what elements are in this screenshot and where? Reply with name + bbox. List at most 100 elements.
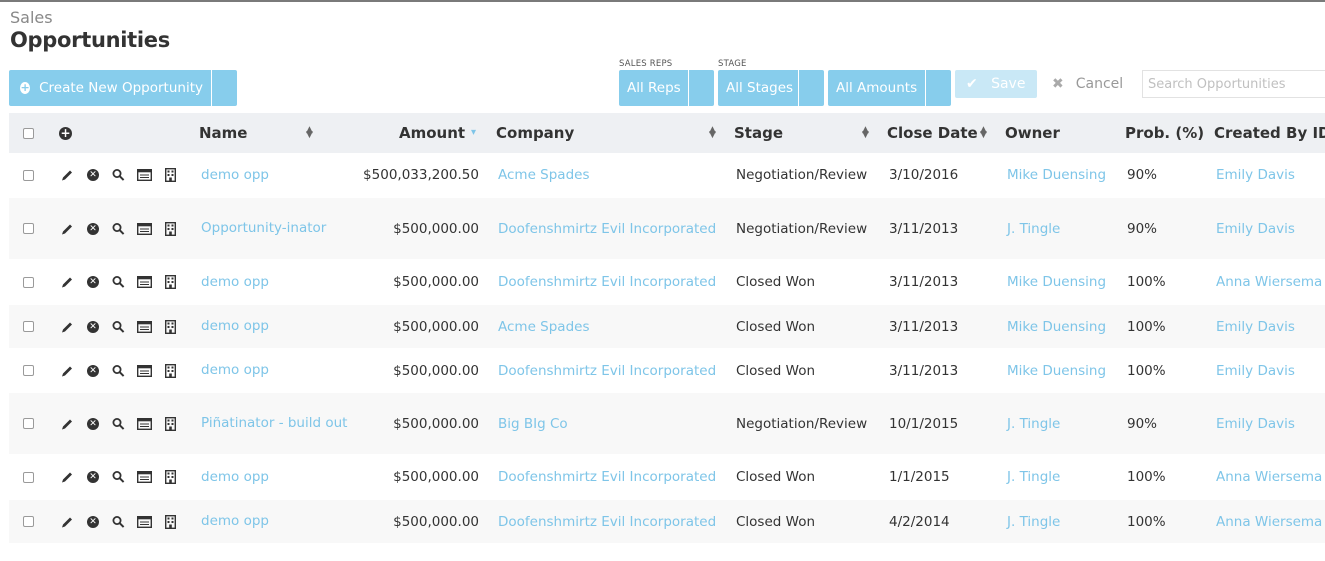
- create-opportunity-button[interactable]: + Create New Opportunity: [9, 70, 237, 106]
- column-header-owner[interactable]: Owner: [1005, 113, 1060, 153]
- created-by-link[interactable]: Anna Wiersema: [1216, 260, 1322, 304]
- list-card-icon[interactable]: [137, 364, 152, 377]
- owner-link[interactable]: J. Tingle: [1007, 393, 1060, 454]
- owner-link[interactable]: Mike Duensing: [1007, 305, 1106, 348]
- building-icon[interactable]: [165, 168, 176, 182]
- owner-link[interactable]: Mike Duensing: [1007, 260, 1106, 304]
- company-link[interactable]: Acme Spades: [498, 153, 590, 197]
- owner-link[interactable]: J. Tingle: [1007, 198, 1060, 259]
- delete-icon[interactable]: ✕: [87, 320, 99, 333]
- list-card-icon[interactable]: [137, 169, 152, 181]
- pencil-icon[interactable]: [61, 169, 74, 182]
- owner-link[interactable]: J. Tingle: [1007, 455, 1060, 499]
- search-icon[interactable]: [112, 417, 125, 430]
- created-by-link[interactable]: Emily Davis: [1216, 393, 1295, 454]
- list-card-icon[interactable]: [137, 320, 152, 333]
- delete-icon[interactable]: ✕: [87, 222, 99, 235]
- owner-link[interactable]: Mike Duensing: [1007, 349, 1106, 392]
- row-checkbox[interactable]: [23, 418, 34, 429]
- company-link[interactable]: Doofenshmirtz Evil Incorporated: [498, 500, 716, 543]
- building-icon[interactable]: [165, 319, 176, 334]
- search-icon[interactable]: [112, 169, 125, 182]
- company-link[interactable]: Doofenshmirtz Evil Incorporated: [498, 349, 716, 392]
- sort-amount-icon[interactable]: ▾: [471, 128, 476, 138]
- breadcrumb[interactable]: Sales: [10, 9, 170, 27]
- row-checkbox[interactable]: [23, 321, 34, 332]
- list-card-icon[interactable]: [137, 515, 152, 528]
- pencil-icon[interactable]: [61, 417, 74, 430]
- company-link[interactable]: Acme Spades: [498, 305, 590, 348]
- column-header-company[interactable]: Company: [496, 113, 574, 153]
- company-link[interactable]: Doofenshmirtz Evil Incorporated: [498, 198, 716, 259]
- created-by-link[interactable]: Anna Wiersema: [1216, 455, 1322, 499]
- column-header-prob[interactable]: Prob. (%): [1125, 113, 1204, 153]
- company-link[interactable]: Doofenshmirtz Evil Incorporated: [498, 260, 716, 304]
- sales-reps-dropdown-toggle[interactable]: [688, 70, 714, 106]
- owner-link[interactable]: Mike Duensing: [1007, 153, 1106, 197]
- building-icon[interactable]: [165, 470, 176, 484]
- pencil-icon[interactable]: [61, 515, 74, 528]
- building-icon[interactable]: [165, 363, 176, 378]
- sort-stage-icon[interactable]: ▲ ▼: [862, 126, 869, 140]
- row-checkbox[interactable]: [23, 516, 34, 527]
- search-icon[interactable]: [112, 222, 125, 235]
- list-card-icon[interactable]: [137, 471, 152, 483]
- pencil-icon[interactable]: [61, 222, 74, 235]
- search-icon[interactable]: [112, 471, 125, 484]
- search-icon[interactable]: [112, 276, 125, 289]
- save-button[interactable]: ✔ Save: [955, 70, 1037, 98]
- row-checkbox[interactable]: [23, 169, 34, 181]
- column-header-amount[interactable]: Amount: [399, 113, 465, 153]
- building-icon[interactable]: [165, 416, 176, 431]
- sort-close-date-icon[interactable]: ▲ ▼: [980, 126, 987, 140]
- opportunity-name-link[interactable]: Opportunity-inator: [201, 198, 351, 259]
- delete-icon[interactable]: ✕: [87, 276, 99, 288]
- search-input[interactable]: [1142, 70, 1325, 98]
- column-header-close-date[interactable]: Close Date: [887, 113, 978, 153]
- sort-name-icon[interactable]: ▲ ▼: [306, 126, 313, 140]
- delete-icon[interactable]: ✕: [87, 417, 99, 430]
- column-header-stage[interactable]: Stage: [734, 113, 783, 153]
- row-checkbox[interactable]: [23, 223, 34, 234]
- sales-reps-filter[interactable]: All Reps: [619, 70, 714, 106]
- pencil-icon[interactable]: [61, 276, 74, 289]
- opportunity-name-link[interactable]: demo opp: [201, 455, 351, 499]
- created-by-link[interactable]: Emily Davis: [1216, 198, 1295, 259]
- stage-filter[interactable]: All Stages: [718, 70, 824, 106]
- created-by-link[interactable]: Emily Davis: [1216, 305, 1295, 348]
- search-icon[interactable]: [112, 320, 125, 333]
- building-icon[interactable]: [165, 221, 176, 236]
- company-link[interactable]: Doofenshmirtz Evil Incorporated: [498, 455, 716, 499]
- list-card-icon[interactable]: [137, 276, 152, 288]
- opportunity-name-link[interactable]: demo opp: [201, 349, 351, 392]
- pencil-icon[interactable]: [61, 471, 74, 484]
- row-checkbox[interactable]: [23, 365, 34, 376]
- list-card-icon[interactable]: [137, 417, 152, 430]
- amount-dropdown-toggle[interactable]: [925, 70, 951, 106]
- created-by-link[interactable]: Emily Davis: [1216, 349, 1295, 392]
- opportunity-name-link[interactable]: demo opp: [201, 260, 351, 304]
- delete-icon[interactable]: ✕: [87, 169, 99, 181]
- list-card-icon[interactable]: [137, 222, 152, 235]
- company-link[interactable]: Big BIg Co: [498, 393, 568, 454]
- search-icon[interactable]: [112, 364, 125, 377]
- opportunity-name-link[interactable]: Piñatinator - build out: [201, 393, 351, 454]
- building-icon[interactable]: [165, 514, 176, 529]
- delete-icon[interactable]: ✕: [87, 471, 99, 483]
- delete-icon[interactable]: ✕: [87, 364, 99, 377]
- cancel-button[interactable]: ✖ Cancel: [1052, 70, 1123, 98]
- opportunity-name-link[interactable]: demo opp: [201, 305, 351, 348]
- owner-link[interactable]: J. Tingle: [1007, 500, 1060, 543]
- opportunity-name-link[interactable]: demo opp: [201, 500, 351, 543]
- column-header-name[interactable]: Name: [199, 113, 247, 153]
- row-checkbox[interactable]: [23, 471, 34, 483]
- created-by-link[interactable]: Emily Davis: [1216, 153, 1295, 197]
- pencil-icon[interactable]: [61, 364, 74, 377]
- select-all-checkbox[interactable]: [23, 127, 34, 139]
- create-dropdown-toggle[interactable]: [211, 70, 237, 106]
- search-icon[interactable]: [112, 515, 125, 528]
- delete-icon[interactable]: ✕: [87, 515, 99, 528]
- opportunity-name-link[interactable]: demo opp: [201, 153, 351, 197]
- column-header-created-by[interactable]: Created By ID: [1214, 113, 1325, 153]
- building-icon[interactable]: [165, 275, 176, 289]
